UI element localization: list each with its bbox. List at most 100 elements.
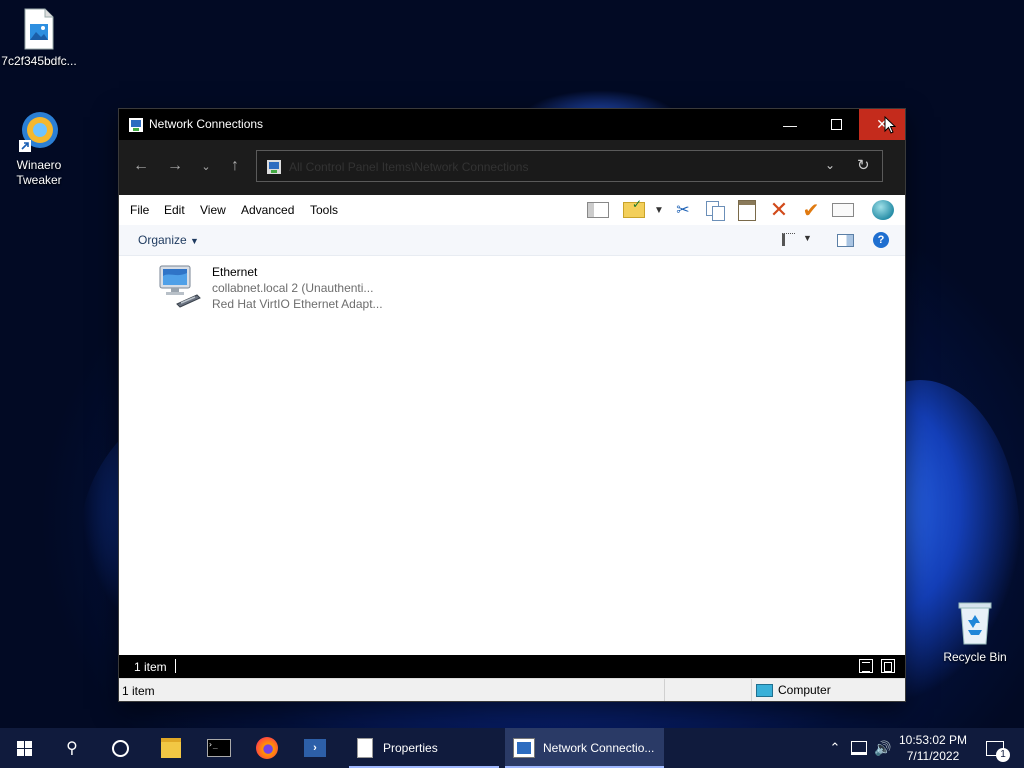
firefox-icon <box>256 737 278 759</box>
start-button[interactable] <box>0 728 48 768</box>
view-list-icon <box>782 233 795 246</box>
notification-icon: 1 <box>986 740 1010 762</box>
network-connections-icon <box>128 117 144 133</box>
cut-toolbar-button[interactable]: ✂ <box>671 199 695 221</box>
select-dropdown-button[interactable]: ▼ <box>648 199 670 221</box>
connection-adapter: Red Hat VirtIO Ethernet Adapt... <box>212 297 383 311</box>
organize-label: Organize <box>138 233 187 247</box>
taskbar-file-explorer[interactable] <box>147 728 195 768</box>
desktop-icon-winaero-tweaker[interactable]: Winaero Tweaker <box>1 110 77 188</box>
back-button[interactable]: ← <box>129 154 153 178</box>
preview-pane-toolbar-button[interactable] <box>586 199 610 221</box>
task-view-icon <box>111 739 129 757</box>
copy-toolbar-button[interactable] <box>703 199 727 221</box>
copy-icon <box>706 201 725 221</box>
winaero-tweaker-icon <box>15 110 63 154</box>
desktop-icon-label: 7c2f345bdfc... <box>1 54 77 68</box>
taskbar-app-label: Network Connectio... <box>543 741 655 755</box>
change-view-button[interactable]: ▼ <box>782 233 812 247</box>
desktop-icon-image-file[interactable]: 7c2f345bdfc... <box>1 8 77 69</box>
refresh-icon[interactable]: ↻ <box>857 156 870 174</box>
menu-view[interactable]: View <box>200 203 226 217</box>
recent-locations-button[interactable]: ⌄ <box>194 154 218 178</box>
details-view-button[interactable] <box>859 659 873 673</box>
clock-date: 7/11/2022 <box>906 749 960 763</box>
mouse-cursor-icon <box>884 115 897 137</box>
clipboard-icon <box>738 199 756 221</box>
folder-check-icon: ✓ <box>623 197 645 218</box>
search-icon: ⚲ <box>66 740 78 757</box>
notification-badge: 1 <box>996 747 1010 762</box>
connection-status: collabnet.local 2 (Unauthenti... <box>212 281 374 295</box>
command-bar: Organize ▼ ▼ ? <box>119 225 905 256</box>
taskbar-command-prompt[interactable]: ›_ <box>195 728 243 768</box>
delete-toolbar-button[interactable]: ✕ <box>767 197 791 222</box>
paste-toolbar-button[interactable] <box>735 199 759 221</box>
select-toolbar-button[interactable]: ✓ <box>622 197 646 221</box>
organize-button[interactable]: Organize ▼ <box>138 233 199 247</box>
volume-tray-button[interactable]: 🔊 <box>872 728 894 768</box>
list-item-ethernet[interactable]: Ethernet collabnet.local 2 (Unauthenti..… <box>157 264 417 314</box>
network-connections-window: Network Connections — ✕ ← → ⌄ ↑ All Cont… <box>119 109 905 701</box>
forward-button[interactable]: → <box>163 154 187 178</box>
large-icons-view-button[interactable] <box>881 659 895 673</box>
window-title: Network Connections <box>149 117 264 131</box>
taskbar-powershell[interactable]: › <box>291 728 339 768</box>
status-divider <box>664 679 665 701</box>
menu-edit[interactable]: Edit <box>164 203 185 217</box>
taskbar-properties[interactable]: Properties <box>349 728 499 768</box>
minimize-button[interactable]: — <box>767 109 813 140</box>
menu-advanced[interactable]: Advanced <box>241 203 294 217</box>
network-adapter-icon <box>157 264 201 310</box>
network-tray-icon <box>851 741 867 755</box>
menu-tools[interactable]: Tools <box>310 203 338 217</box>
taskbar-firefox[interactable] <box>243 728 291 768</box>
action-center-button[interactable]: 1 <box>978 728 1012 768</box>
address-bar[interactable]: All Control Panel Items\Network Connecti… <box>256 150 883 182</box>
item-count-separator <box>175 659 176 673</box>
search-button[interactable]: ⚲ <box>48 728 96 768</box>
status-zone-label: Computer <box>778 683 831 697</box>
maximize-button[interactable] <box>813 109 859 140</box>
preview-pane-icon <box>587 202 609 218</box>
status-bar: 1 item Computer <box>119 678 905 701</box>
file-explorer-icon <box>161 738 181 758</box>
clock[interactable]: 10:53:02 PM 7/11/2022 <box>894 732 972 764</box>
network-tray-button[interactable] <box>848 728 870 768</box>
preview-pane-button[interactable] <box>837 234 854 247</box>
close-button[interactable]: ✕ <box>859 109 905 140</box>
network-globe-toolbar-button[interactable] <box>871 199 895 221</box>
forward-arrow-icon: → <box>167 157 183 174</box>
address-dropdown-icon[interactable]: ⌄ <box>825 158 835 172</box>
delete-x-icon: ✕ <box>769 197 789 222</box>
recycle-bin-icon <box>955 600 995 646</box>
file-list: Ethernet collabnet.local 2 (Unauthenti..… <box>119 256 905 654</box>
title-bar[interactable]: Network Connections — ✕ <box>119 109 905 140</box>
help-button[interactable]: ? <box>873 232 889 248</box>
address-path: All Control Panel Items\Network Connecti… <box>289 160 529 174</box>
desktop-icon-label: Recycle Bin <box>943 650 1007 664</box>
back-arrow-icon: ← <box>133 157 149 174</box>
large-icons-view-icon <box>884 662 892 672</box>
item-count-bar: 1 item <box>119 655 905 678</box>
apply-toolbar-button[interactable]: ✔ <box>799 199 823 222</box>
up-button[interactable]: ↑ <box>223 154 247 178</box>
desktop-icon-label-line2: Tweaker <box>16 173 62 187</box>
properties-toolbar-button[interactable] <box>831 199 855 221</box>
chevron-down-icon: ▼ <box>803 233 812 243</box>
image-file-icon <box>23 8 55 50</box>
item-count: 1 item <box>134 660 167 674</box>
menu-file[interactable]: File <box>130 203 149 217</box>
task-view-button[interactable] <box>96 728 144 768</box>
chevron-down-icon: ▼ <box>190 236 199 246</box>
taskbar-network-connections[interactable]: Network Connectio... <box>505 728 664 768</box>
connection-name: Ethernet <box>212 265 258 279</box>
up-arrow-icon: ↑ <box>231 157 239 174</box>
show-hidden-icons-button[interactable]: ⌃ <box>824 728 846 768</box>
status-divider <box>751 679 752 701</box>
globe-icon <box>872 200 894 220</box>
properties-app-icon <box>357 738 373 758</box>
dropdown-arrow-icon: ▼ <box>654 204 664 216</box>
desktop-icon-recycle-bin[interactable]: Recycle Bin <box>937 600 1013 665</box>
help-icon: ? <box>877 234 885 246</box>
